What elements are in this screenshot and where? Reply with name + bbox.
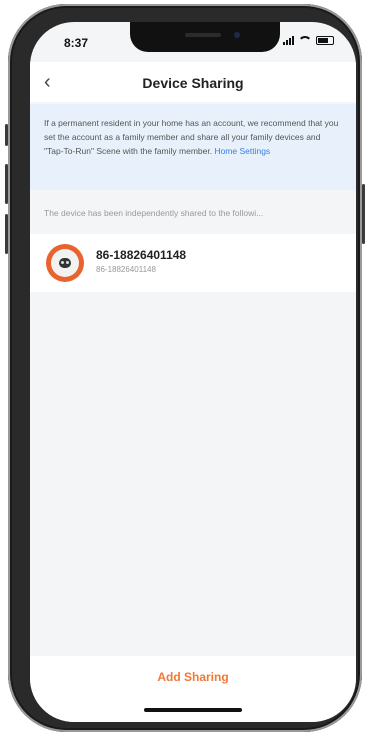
battery-icon <box>316 36 334 45</box>
robot-face-icon <box>59 258 71 268</box>
info-text: If a permanent resident in your home has… <box>44 118 339 156</box>
info-banner: If a permanent resident in your home has… <box>30 104 356 190</box>
shared-user-subtitle: 86-18826401148 <box>96 265 156 274</box>
screen: 8:37 ‹ Device Sharing If a permanent res… <box>30 22 356 722</box>
volume-down-button <box>5 214 8 254</box>
navbar: ‹ Device Sharing <box>30 62 356 102</box>
add-sharing-button[interactable]: Add Sharing <box>30 670 356 684</box>
status-time: 8:37 <box>64 36 89 50</box>
shared-user-row[interactable]: 86-18826401148 86-18826401148 <box>30 234 356 292</box>
bottom-bar: Add Sharing <box>30 656 356 722</box>
avatar-ring <box>51 249 79 277</box>
status-icons <box>283 36 334 45</box>
front-camera <box>234 32 240 38</box>
home-settings-link[interactable]: Home Settings <box>214 146 270 156</box>
shared-user-title: 86-18826401148 <box>96 248 187 262</box>
page-title: Device Sharing <box>142 75 244 91</box>
notch <box>130 22 280 52</box>
wifi-icon <box>298 36 312 45</box>
phone-frame: 8:37 ‹ Device Sharing If a permanent res… <box>5 4 365 732</box>
signal-icon <box>283 36 294 45</box>
home-indicator[interactable] <box>144 708 242 712</box>
volume-up-button <box>5 164 8 204</box>
section-label: The device has been independently shared… <box>44 208 264 218</box>
mute-switch <box>5 124 8 146</box>
speaker <box>185 33 221 37</box>
avatar <box>46 244 84 282</box>
power-button <box>362 184 365 244</box>
